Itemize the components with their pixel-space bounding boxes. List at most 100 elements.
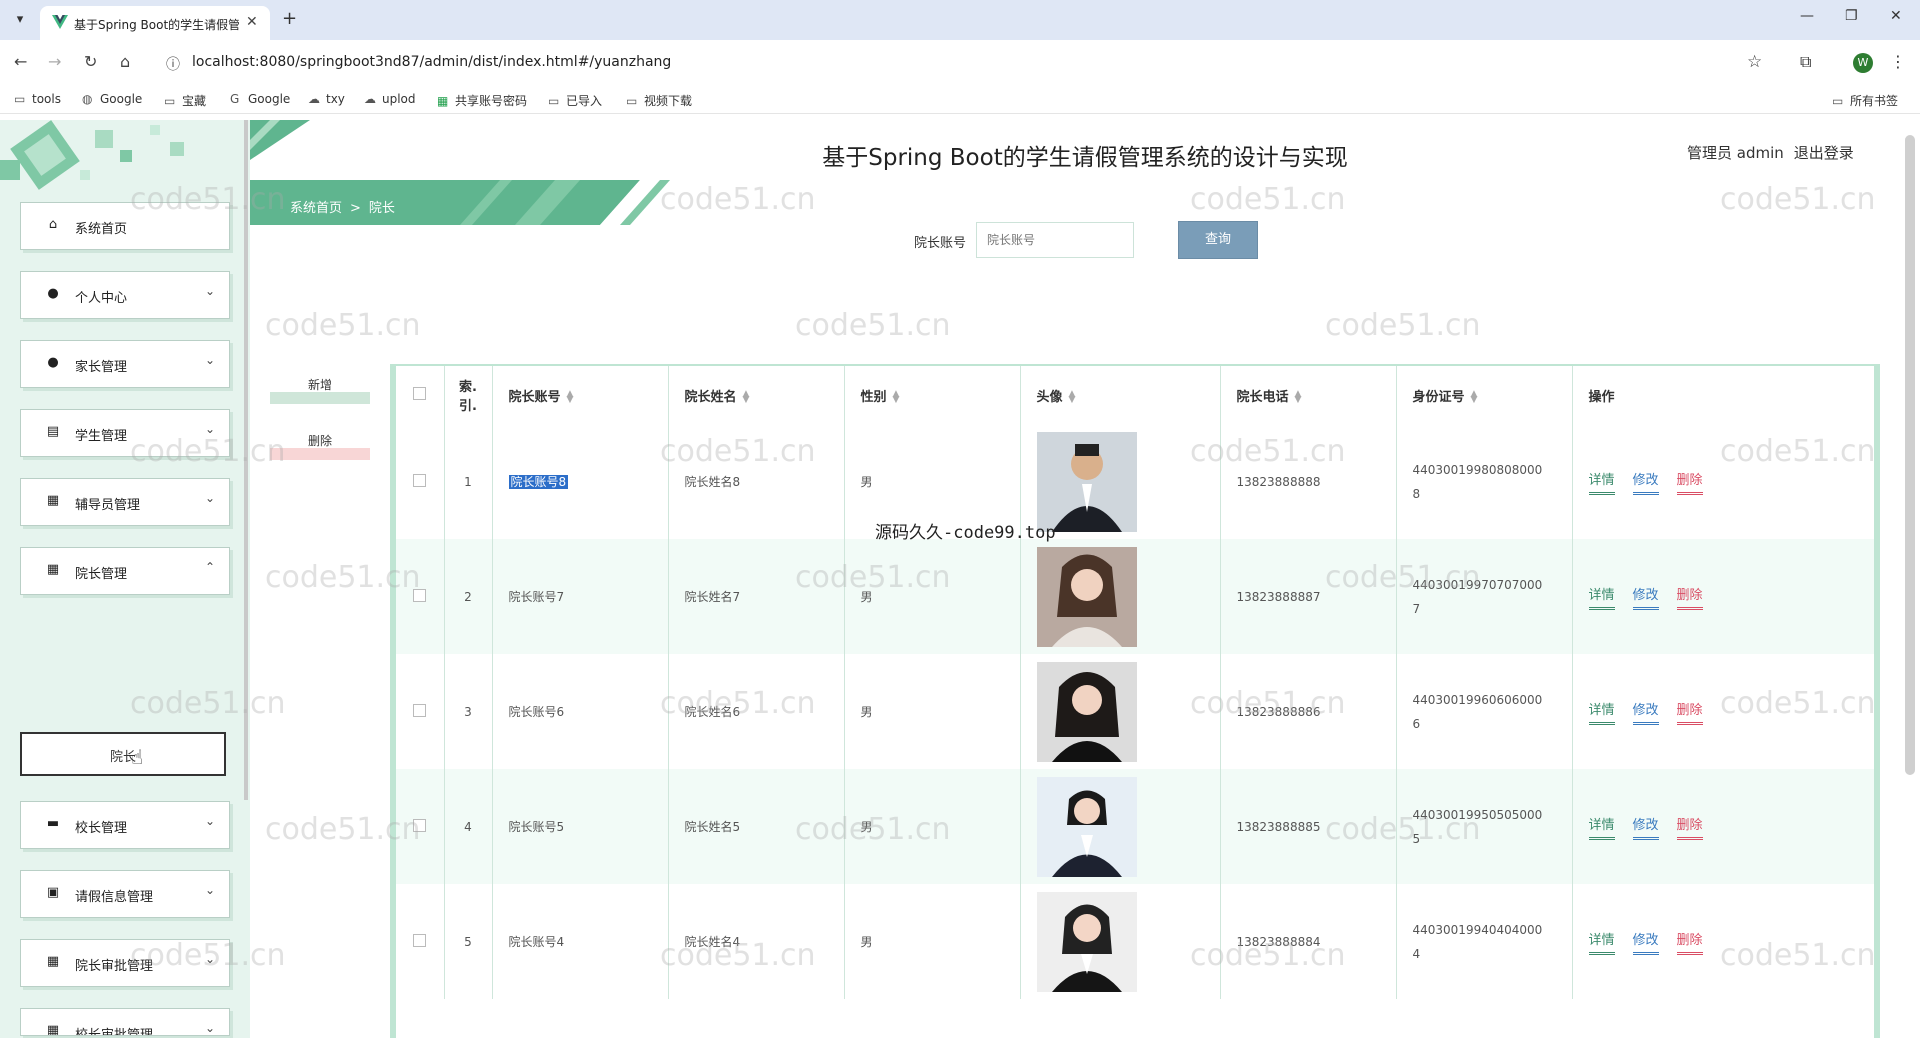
table-row: 2 院长账号7 院长姓名7 男 13823888887 440300199707… bbox=[396, 539, 1874, 654]
sidebar-item-deans[interactable]: ▦ 院长管理 ⌃ bbox=[20, 547, 230, 595]
minimize-icon[interactable]: — bbox=[1800, 8, 1814, 24]
row-checkbox[interactable] bbox=[413, 588, 427, 602]
user-icon: ● bbox=[47, 355, 59, 370]
bookmark-item[interactable]: ▭ 宝藏 bbox=[164, 92, 206, 109]
sidebar-item-principal-approval[interactable]: ▦ 校长审批管理 ⌄ bbox=[20, 1008, 230, 1036]
sidebar-item-home[interactable]: ⌂ 系统首页 bbox=[20, 202, 230, 250]
search-button[interactable]: 查询 bbox=[1178, 221, 1258, 259]
search-input[interactable] bbox=[976, 222, 1134, 258]
chevron-down-icon: ⌄ bbox=[204, 284, 215, 298]
row-delete-button[interactable]: 删除 bbox=[1676, 584, 1703, 610]
sidebar-item-principals[interactable]: ▬ 校长管理 ⌄ bbox=[20, 801, 230, 849]
bookmark-item[interactable]: ▭ 视频下载 bbox=[626, 92, 692, 109]
breadcrumb-home[interactable]: 系统首页 bbox=[290, 201, 342, 216]
bookmark-item[interactable]: G Google bbox=[230, 92, 290, 106]
reload-icon[interactable]: ↻ bbox=[84, 52, 97, 71]
logout-link[interactable]: 退出登录 bbox=[1794, 144, 1854, 162]
sidebar-item-leave-info[interactable]: ▣ 请假信息管理 ⌄ bbox=[20, 870, 230, 918]
browser-tab[interactable]: 基于Spring Boot的学生请假管 ✕ bbox=[40, 6, 270, 40]
extensions-icon[interactable]: ⧉ bbox=[1800, 52, 1811, 72]
chevron-down-icon: ⌄ bbox=[204, 814, 215, 828]
detail-button[interactable]: 详情 bbox=[1588, 469, 1615, 495]
row-name: 院长姓名4 bbox=[667, 884, 844, 999]
row-delete-button[interactable]: 删除 bbox=[1676, 699, 1703, 725]
folder-icon: ▭ bbox=[626, 94, 638, 108]
column-header-gender[interactable]: 性别 ▲ ▼ bbox=[843, 366, 1020, 424]
window-close-icon[interactable]: ✕ bbox=[1890, 8, 1902, 24]
row-index: 4 bbox=[443, 769, 492, 884]
column-header-name[interactable]: 院长姓名 ▲ ▼ bbox=[667, 366, 844, 424]
restore-icon[interactable]: ❐ bbox=[1845, 8, 1858, 24]
bookmark-item[interactable]: ▦ 共享账号密码 bbox=[437, 92, 527, 109]
row-delete-button[interactable]: 删除 bbox=[1676, 469, 1703, 495]
page-title: 基于Spring Boot的学生请假管理系统的设计与实现 bbox=[822, 145, 1348, 171]
select-all-checkbox[interactable] bbox=[413, 386, 427, 400]
watermark-center-text: 源码久久-code99.top bbox=[875, 523, 1056, 543]
home-browser-icon[interactable]: ⌂ bbox=[120, 52, 130, 71]
bookmark-item[interactable]: ▭ 已导入 bbox=[548, 92, 602, 109]
profile-avatar[interactable]: W bbox=[1853, 53, 1873, 73]
row-delete-button[interactable]: 删除 bbox=[1676, 929, 1703, 955]
add-button[interactable]: 新增 bbox=[270, 376, 370, 404]
forward-icon[interactable]: → bbox=[48, 52, 61, 71]
edit-button[interactable]: 修改 bbox=[1632, 699, 1659, 725]
site-info-icon[interactable]: ⓘ bbox=[166, 54, 180, 74]
edit-button[interactable]: 修改 bbox=[1632, 929, 1659, 955]
row-gender: 男 bbox=[843, 884, 1020, 999]
sort-icon[interactable]: ▲ ▼ bbox=[743, 390, 750, 405]
column-header-index: 索. 引. bbox=[443, 366, 492, 424]
bookmark-item[interactable]: ◍ Google bbox=[82, 92, 142, 106]
column-header-avatar[interactable]: 头像 ▲ ▼ bbox=[1019, 366, 1220, 424]
sidebar-scrollbar[interactable] bbox=[244, 120, 248, 800]
bookmark-item[interactable]: ☁ uplod bbox=[364, 92, 416, 106]
row-gender: 男 bbox=[843, 654, 1020, 769]
address-bar[interactable]: ⓘ localhost:8080/springboot3nd87/admin/d… bbox=[160, 50, 1760, 76]
tab-close-icon[interactable]: ✕ bbox=[246, 14, 258, 30]
select-all-cell[interactable] bbox=[396, 366, 444, 424]
column-header-id-card[interactable]: 身份证号 ▲ ▼ bbox=[1395, 366, 1572, 424]
bookmark-star-icon[interactable]: ☆ bbox=[1747, 52, 1762, 72]
detail-button[interactable]: 详情 bbox=[1588, 814, 1615, 840]
column-header-account[interactable]: 院长账号 ▲ ▼ bbox=[491, 366, 668, 424]
new-tab-icon[interactable]: + bbox=[282, 8, 297, 29]
row-delete-button[interactable]: 删除 bbox=[1676, 814, 1703, 840]
header-decoration bbox=[250, 120, 670, 225]
edit-button[interactable]: 修改 bbox=[1632, 469, 1659, 495]
bookmark-item[interactable]: ☁ txy bbox=[308, 92, 345, 106]
main-scrollbar[interactable] bbox=[1905, 135, 1915, 775]
all-bookmarks[interactable]: ▭ 所有书签 bbox=[1832, 92, 1898, 109]
sidebar-item-counselors[interactable]: ▦ 辅导员管理 ⌄ bbox=[20, 478, 230, 526]
search-label: 院长账号 bbox=[914, 236, 967, 251]
sort-icon[interactable]: ▲ ▼ bbox=[567, 390, 574, 405]
detail-button[interactable]: 详情 bbox=[1588, 929, 1615, 955]
home-icon: ⌂ bbox=[48, 217, 58, 232]
sidebar-item-profile[interactable]: ● 个人中心 ⌄ bbox=[20, 271, 230, 319]
tab-list-icon[interactable]: ▾ bbox=[8, 8, 32, 32]
row-checkbox[interactable] bbox=[413, 933, 427, 947]
sidebar-item-students[interactable]: ▤ 学生管理 ⌄ bbox=[20, 409, 230, 457]
sidebar-item-dean-approval[interactable]: ▦ 院长审批管理 ⌄ bbox=[20, 939, 230, 987]
delete-button[interactable]: 删除 bbox=[270, 432, 370, 460]
row-checkbox[interactable] bbox=[413, 703, 427, 717]
sidebar-subitem-dean[interactable]: 院长 bbox=[20, 732, 226, 776]
sidebar-item-parents[interactable]: ● 家长管理 ⌄ bbox=[20, 340, 230, 388]
tab-title: 基于Spring Boot的学生请假管 bbox=[74, 18, 239, 32]
detail-button[interactable]: 详情 bbox=[1588, 699, 1615, 725]
browser-menu-icon[interactable]: ⋮ bbox=[1890, 52, 1906, 71]
detail-button[interactable]: 详情 bbox=[1588, 584, 1615, 610]
browser-tab-bar: ▾ 基于Spring Boot的学生请假管 ✕ + — ❐ ✕ bbox=[0, 0, 1920, 40]
sort-icon[interactable]: ▲ ▼ bbox=[1295, 390, 1302, 405]
column-header-phone[interactable]: 院长电话 ▲ ▼ bbox=[1219, 366, 1396, 424]
sort-icon[interactable]: ▲ ▼ bbox=[893, 390, 900, 405]
google-icon: G bbox=[230, 92, 240, 106]
folder-icon: ▭ bbox=[1832, 94, 1844, 108]
cloud-icon: ☁ bbox=[364, 92, 376, 106]
row-checkbox[interactable] bbox=[413, 818, 427, 832]
sort-icon[interactable]: ▲ ▼ bbox=[1069, 390, 1076, 405]
edit-button[interactable]: 修改 bbox=[1632, 814, 1659, 840]
sort-icon[interactable]: ▲ ▼ bbox=[1471, 390, 1478, 405]
edit-button[interactable]: 修改 bbox=[1632, 584, 1659, 610]
back-icon[interactable]: ← bbox=[14, 52, 27, 71]
row-checkbox[interactable] bbox=[413, 473, 427, 487]
bookmark-item[interactable]: ▭ tools bbox=[14, 92, 61, 106]
